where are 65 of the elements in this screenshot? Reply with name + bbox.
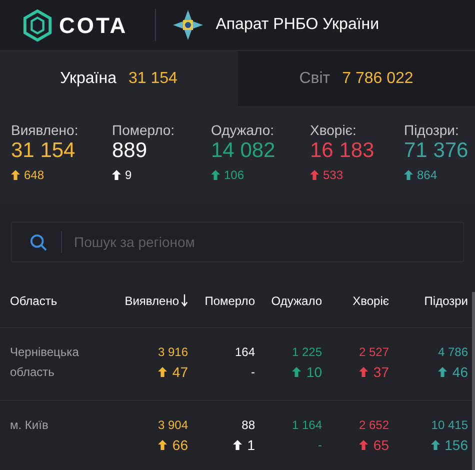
cell-delta: 1 xyxy=(233,435,255,455)
region-name: м. Київ xyxy=(10,417,50,434)
stat-delta: 9 xyxy=(125,167,132,184)
region-name: Чернівецька область xyxy=(10,344,80,381)
column-header[interactable]: Підозри xyxy=(424,292,468,310)
up-arrow-icon xyxy=(359,440,368,450)
stat-delta: 106 xyxy=(224,167,244,184)
search-field[interactable]: Пошук за регіоном xyxy=(11,222,464,262)
up-arrow-icon xyxy=(310,170,319,180)
cell-delta: 46 xyxy=(438,362,468,382)
cell-delta: 37 xyxy=(359,362,389,382)
table-cell-text: 1 225 xyxy=(292,344,322,361)
table-cell-text: 3 916 xyxy=(158,344,188,361)
stat-delta: 864 xyxy=(417,167,438,184)
cell-delta: - xyxy=(251,364,255,381)
emblem-icon xyxy=(172,9,204,41)
up-arrow-icon xyxy=(292,367,302,377)
stat-value: 16 183 xyxy=(310,138,376,164)
search-icon xyxy=(30,234,47,251)
up-arrow-icon xyxy=(112,170,121,180)
stat-value: 889 xyxy=(112,138,148,164)
up-arrow-icon xyxy=(211,170,220,180)
up-arrow-icon xyxy=(438,367,448,377)
up-arrow-icon xyxy=(158,440,168,450)
cell-delta: 47 xyxy=(158,362,188,382)
table-cell-text: 10 415 xyxy=(431,417,468,434)
up-arrow-icon xyxy=(158,367,168,377)
sort-arrow-icon xyxy=(181,294,188,307)
cell-delta: - xyxy=(318,437,322,454)
stat-label: Одужало: xyxy=(211,122,276,138)
stat-label: Хворіє: xyxy=(310,122,358,138)
scrollbar[interactable] xyxy=(472,292,475,470)
column-header[interactable]: Хворіє xyxy=(352,292,389,310)
stat-delta: 533 xyxy=(323,167,344,184)
stat-label: Виявлено: xyxy=(11,122,80,138)
cell-delta: 65 xyxy=(359,435,389,455)
up-arrow-icon xyxy=(404,170,413,180)
table-cell-text: 88 xyxy=(242,417,255,434)
up-arrow-icon xyxy=(11,170,20,180)
hexagon-logo-icon[interactable] xyxy=(22,8,53,42)
stat-label: Померло: xyxy=(112,122,176,138)
up-arrow-icon xyxy=(430,440,440,450)
table-cell-text: 2 527 xyxy=(358,344,389,361)
table-cell-text: 164 xyxy=(234,344,255,361)
table-cell-text: 4 786 xyxy=(438,344,468,361)
stat-delta: 648 xyxy=(24,167,44,184)
cell-delta: 156 xyxy=(430,435,468,455)
column-header[interactable]: Область xyxy=(10,292,58,310)
column-header[interactable]: Померло xyxy=(204,292,255,310)
stat-value: 31 154 xyxy=(11,138,76,164)
stat-value: 71 376 xyxy=(404,138,470,164)
brand-logo-text[interactable]: COTA xyxy=(59,8,128,42)
agency-title: Апарат РНБО України xyxy=(216,15,380,35)
up-arrow-icon xyxy=(233,440,242,450)
cell-delta: 66 xyxy=(158,435,188,455)
stat-label: Підозри: xyxy=(404,122,460,138)
column-header[interactable]: Виявлено xyxy=(124,292,188,310)
stat-value: 14 082 xyxy=(211,138,276,164)
cell-delta: 10 xyxy=(292,362,322,382)
table-cell-text: 3 904 xyxy=(158,417,188,434)
table-cell-text: 2 652 xyxy=(358,417,389,434)
up-arrow-icon xyxy=(359,367,368,377)
region-tab[interactable]: Світ 7 786 022 xyxy=(238,51,475,106)
column-header[interactable]: Одужало xyxy=(271,292,322,310)
table-cell-text: 1 164 xyxy=(292,417,322,434)
